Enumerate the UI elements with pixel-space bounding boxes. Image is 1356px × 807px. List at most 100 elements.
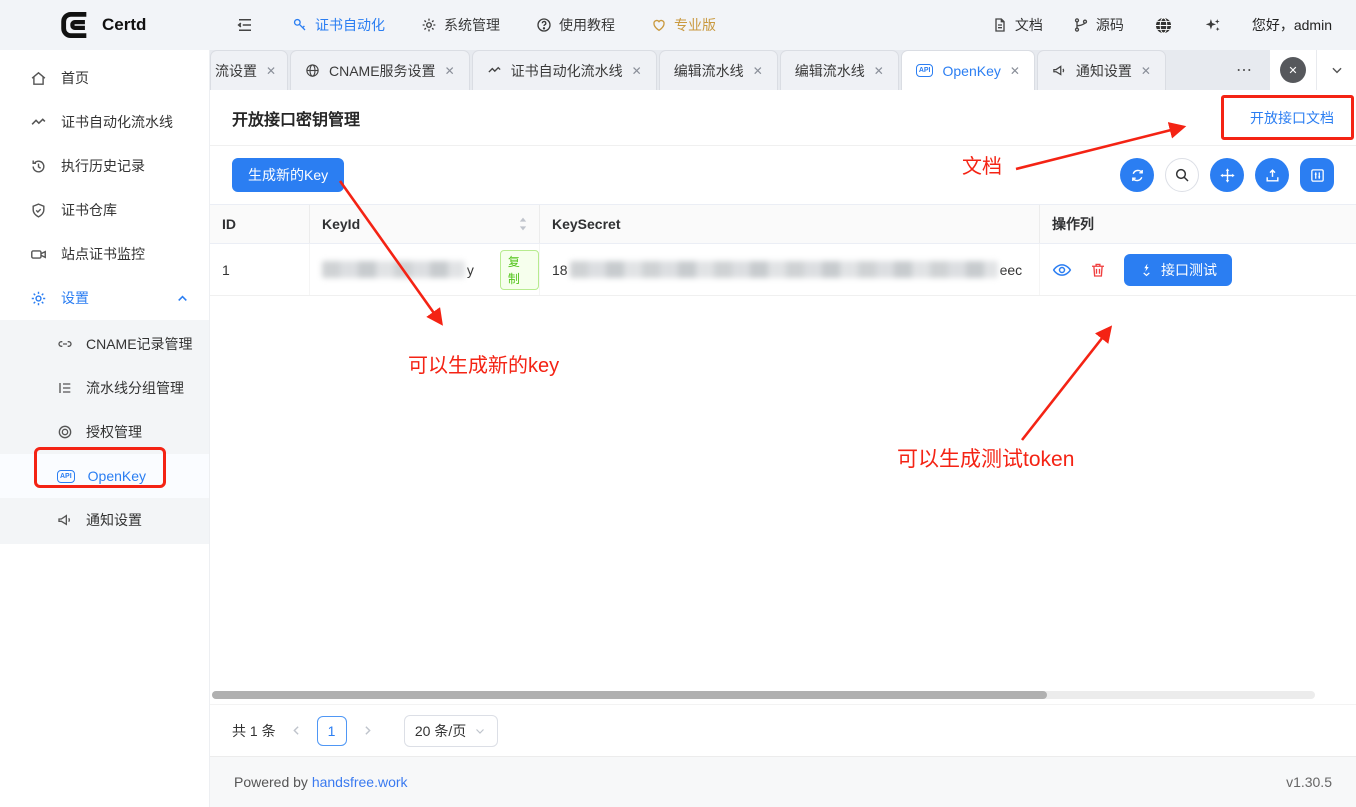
view-eye-icon[interactable] xyxy=(1052,260,1072,280)
language-globe-icon[interactable] xyxy=(1154,16,1173,35)
version-label: v1.30.5 xyxy=(1286,774,1332,790)
export-button[interactable] xyxy=(1255,158,1289,192)
tab-label: 编辑流水线 xyxy=(795,61,865,81)
topmenu-label: 证书自动化 xyxy=(315,15,385,35)
redacted-keysecret xyxy=(570,261,998,278)
close-icon[interactable]: ✕ xyxy=(266,65,276,77)
close-icon[interactable]: ✕ xyxy=(1141,65,1151,77)
tab-notify-settings[interactable]: 通知设置 ✕ xyxy=(1037,50,1166,90)
col-header-label: KeyId xyxy=(322,216,360,232)
user-greeting[interactable]: 您好，admin xyxy=(1252,15,1332,35)
close-icon[interactable]: ✕ xyxy=(632,65,642,77)
topmenu-item-pro[interactable]: 专业版 xyxy=(651,15,716,35)
tab-more-icon[interactable]: ⋯ xyxy=(1220,50,1270,90)
next-page-icon[interactable] xyxy=(361,724,374,737)
open-api-doc-link[interactable]: 开放接口文档 xyxy=(1250,108,1334,128)
copy-button[interactable]: 复制 xyxy=(500,250,539,290)
tab-openkey[interactable]: API OpenKey ✕ xyxy=(901,50,1035,90)
sidebar-item-site-monitor[interactable]: 站点证书监控 xyxy=(0,232,209,276)
col-header-id[interactable]: ID xyxy=(210,205,310,243)
compact-mode-button[interactable] xyxy=(1210,158,1244,192)
page-title: 开放接口密钥管理 xyxy=(232,106,360,130)
brand[interactable]: Certd xyxy=(0,8,210,42)
sidebar-item-openkey[interactable]: API OpenKey xyxy=(0,454,209,498)
sidebar-item-pipeline-groups[interactable]: 流水线分组管理 xyxy=(0,366,209,410)
key-icon xyxy=(292,17,308,33)
doc-icon xyxy=(992,17,1008,33)
refresh-icon xyxy=(1129,167,1146,184)
topmenu-item-cert-automation[interactable]: 证书自动化 xyxy=(292,15,385,35)
sidebar-item-label: 证书自动化流水线 xyxy=(61,112,173,132)
sort-icon[interactable] xyxy=(517,216,529,232)
close-icon[interactable]: ✕ xyxy=(445,65,455,77)
delete-trash-icon[interactable] xyxy=(1089,261,1107,279)
group-icon xyxy=(57,380,73,396)
col-header-keysecret[interactable]: KeySecret xyxy=(540,205,1040,243)
page-size-value: 20 条/页 xyxy=(415,721,466,741)
sidebar-item-notify-settings[interactable]: 通知设置 xyxy=(0,498,209,542)
gear-icon xyxy=(421,17,437,33)
handsfree-link[interactable]: handsfree.work xyxy=(312,774,408,790)
sidebar-item-label: 授权管理 xyxy=(86,422,142,442)
page-number-button[interactable]: 1 xyxy=(317,716,347,746)
pipeline-icon xyxy=(30,114,47,131)
source-link-top[interactable]: 源码 xyxy=(1073,15,1124,35)
move-arrows-icon xyxy=(1219,167,1236,184)
close-icon[interactable]: ✕ xyxy=(1010,65,1020,77)
sidebar-item-pipelines[interactable]: 证书自动化流水线 xyxy=(0,100,209,144)
ai-sparkles-icon[interactable] xyxy=(1203,16,1222,35)
sidebar-item-label: 流水线分组管理 xyxy=(86,378,184,398)
tab-label: OpenKey xyxy=(942,63,1000,79)
close-all-tabs-icon[interactable]: ✕ xyxy=(1280,57,1306,83)
tab-controls: ✕ xyxy=(1270,50,1356,90)
refresh-button[interactable] xyxy=(1120,158,1154,192)
test-bolt-icon xyxy=(1139,262,1154,277)
sidebar-item-history[interactable]: 执行历史记录 xyxy=(0,144,209,188)
page-size-select[interactable]: 20 条/页 xyxy=(404,715,498,747)
sidebar-item-cert-store[interactable]: 证书仓库 xyxy=(0,188,209,232)
col-header-keyid[interactable]: KeyId xyxy=(310,205,540,243)
toolbar-icons xyxy=(1120,158,1334,192)
tab-settings-cut[interactable]: 流设置 ✕ xyxy=(210,50,288,90)
table-header-row: ID KeyId KeySecret 操作列 xyxy=(210,204,1356,244)
sidebar-item-home[interactable]: 首页 xyxy=(0,56,209,100)
close-icon[interactable]: ✕ xyxy=(874,65,884,77)
megaphone-icon xyxy=(57,512,73,528)
tab-list-chevron-down-icon[interactable] xyxy=(1316,50,1356,90)
menu-collapse-icon[interactable] xyxy=(236,16,254,34)
topnav-right: 文档 源码 xyxy=(992,15,1356,35)
search-toggle-button[interactable] xyxy=(1165,158,1199,192)
export-icon xyxy=(1264,167,1281,184)
cell-keysecret: 18 eec xyxy=(540,244,1040,295)
sidebar-item-label: 通知设置 xyxy=(86,510,142,530)
topmenu-item-tutorial[interactable]: 使用教程 xyxy=(536,15,615,35)
api-test-button[interactable]: 接口测试 xyxy=(1124,254,1232,286)
sidebar-item-label: 证书仓库 xyxy=(61,200,117,220)
top-link-label: 文档 xyxy=(1015,15,1043,35)
sidebar-item-label: OpenKey xyxy=(88,468,146,484)
api-test-label: 接口测试 xyxy=(1161,260,1217,280)
doc-link-top[interactable]: 文档 xyxy=(992,15,1043,35)
tab-cert-pipelines[interactable]: 证书自动化流水线 ✕ xyxy=(472,50,657,90)
pulse-icon xyxy=(487,63,502,78)
column-settings-button[interactable] xyxy=(1300,158,1334,192)
prev-page-icon[interactable] xyxy=(290,724,303,737)
main-layout: 首页 证书自动化流水线 执行历史记录 证书仓库 xyxy=(0,50,1356,807)
topmenu-item-system[interactable]: 系统管理 xyxy=(421,15,500,35)
pagination-total: 共 1 条 xyxy=(232,721,276,741)
sidebar-item-settings[interactable]: 设置 xyxy=(0,276,209,320)
sidebar-item-cname-records[interactable]: CNAME记录管理 xyxy=(0,322,209,366)
generate-key-button[interactable]: 生成新的Key xyxy=(232,158,344,192)
topmenu-label: 使用教程 xyxy=(559,15,615,35)
cell-actions: 接口测试 xyxy=(1040,244,1356,295)
tab-edit-pipeline-1[interactable]: 编辑流水线 ✕ xyxy=(659,50,778,90)
top-menu: 证书自动化 系统管理 使用教程 专业版 xyxy=(292,15,716,35)
sidebar-item-auth-manage[interactable]: 授权管理 xyxy=(0,410,209,454)
close-icon[interactable]: ✕ xyxy=(753,65,763,77)
tab-label: 流设置 xyxy=(215,61,257,81)
scrollbar-thumb[interactable] xyxy=(212,691,1047,699)
search-icon xyxy=(1174,167,1190,183)
tab-edit-pipeline-2[interactable]: 编辑流水线 ✕ xyxy=(780,50,899,90)
globe-icon xyxy=(305,63,320,78)
tab-cname-service[interactable]: CNAME服务设置 ✕ xyxy=(290,50,470,90)
